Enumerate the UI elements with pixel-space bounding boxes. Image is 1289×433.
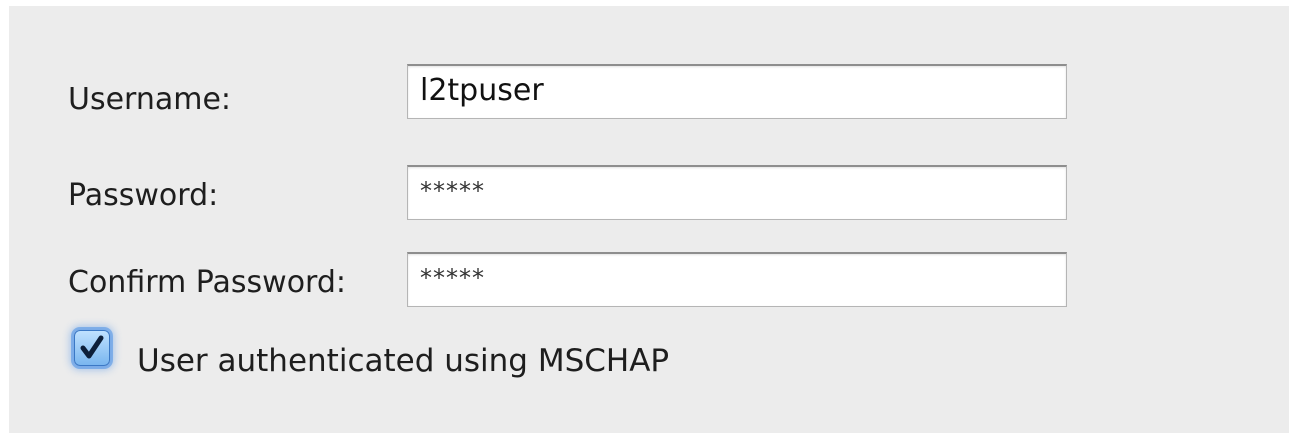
mschap-label[interactable]: User authenticated using MSCHAP: [137, 346, 669, 377]
confirm-password-field[interactable]: *****: [407, 252, 1067, 307]
l2tp-user-form-panel: Username: l2tpuser Password: ***** Confi…: [9, 6, 1289, 433]
password-field[interactable]: *****: [407, 165, 1067, 220]
confirm-password-label: Confirm Password:: [68, 265, 347, 300]
username-field[interactable]: l2tpuser: [407, 64, 1067, 119]
confirm-password-value: *****: [420, 264, 485, 292]
mschap-checkbox[interactable]: [74, 330, 110, 366]
password-value: *****: [420, 177, 485, 205]
username-value: l2tpuser: [420, 73, 544, 108]
checkmark-icon: [80, 335, 104, 359]
username-label: Username:: [68, 82, 232, 117]
password-label: Password:: [68, 178, 219, 213]
